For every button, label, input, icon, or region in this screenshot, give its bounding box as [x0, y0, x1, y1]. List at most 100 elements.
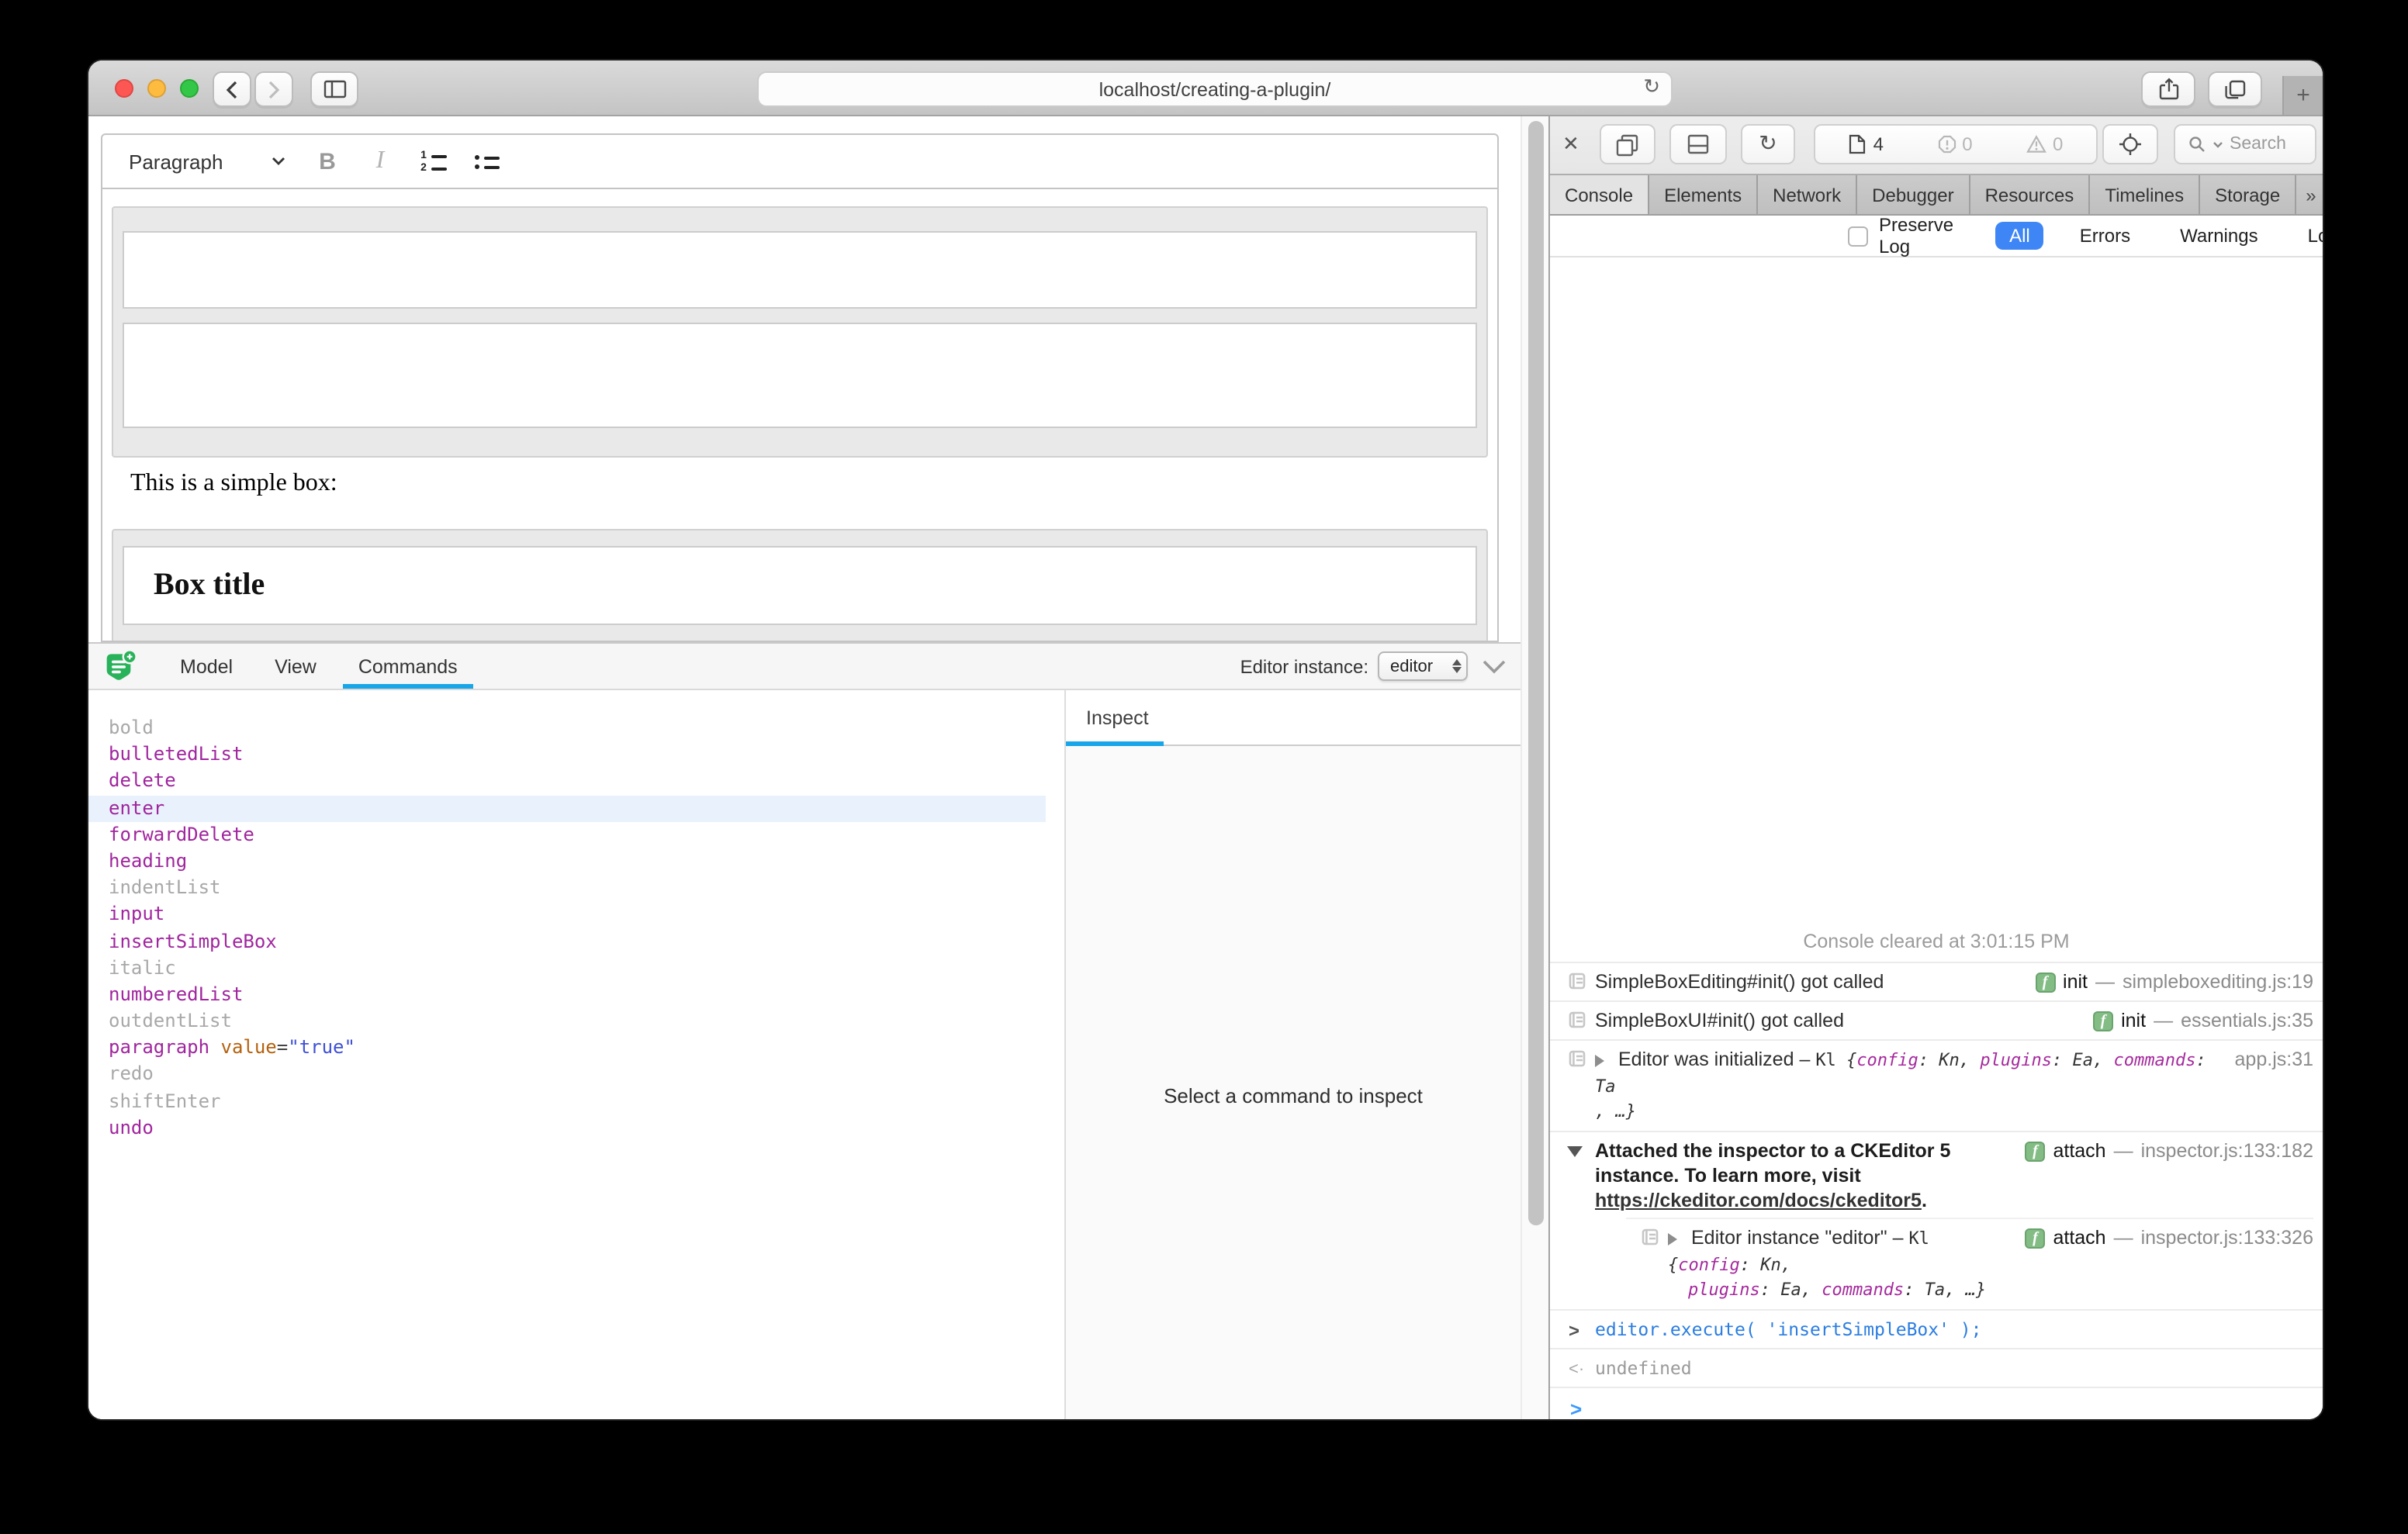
command-row[interactable]: undo	[88, 1115, 1046, 1142]
console-log-row: finit—simpleboxediting.js:19 SimpleBoxEd…	[1550, 962, 2323, 1000]
page-scrollbar[interactable]	[1521, 116, 1548, 1419]
filter-all[interactable]: All	[1995, 222, 2044, 250]
devtools-tab-elements[interactable]: Elements	[1649, 175, 1758, 214]
devtools-tab-resources[interactable]: Resources	[1970, 175, 2091, 214]
share-icon	[2157, 78, 2179, 101]
log-text: Editor was initialized	[1618, 1049, 1794, 1070]
preserve-log-checkbox[interactable]	[1848, 226, 1868, 246]
share-button[interactable]	[2141, 71, 2195, 107]
bulleted-list-button[interactable]	[459, 148, 512, 174]
reload-icon[interactable]: ↻	[1643, 76, 1660, 99]
command-row[interactable]: input	[88, 902, 1046, 928]
simple-box-description-field[interactable]	[123, 323, 1477, 428]
simple-box-title-field[interactable]	[123, 231, 1477, 309]
input-chevron-icon: >	[1569, 1318, 1579, 1343]
object-preview: plugins: Ea, commands: Ta, …}	[1688, 1278, 2313, 1303]
command-row[interactable]: heading	[88, 848, 1046, 875]
simple-box-title-field[interactable]: Box title	[123, 546, 1477, 625]
expand-triangle-icon[interactable]	[1595, 1055, 1611, 1067]
devtools-tab-debugger[interactable]: Debugger	[1857, 175, 1970, 214]
reload-page-button[interactable]: ↻	[1741, 124, 1795, 164]
devtools-tab-network[interactable]: Network	[1758, 175, 1857, 214]
editor-instance-select[interactable]: editor	[1378, 651, 1468, 681]
command-row[interactable]: enter	[88, 795, 1046, 821]
scrollbar-thumb[interactable]	[1528, 121, 1544, 1225]
command-row[interactable]: paragraph value="true"	[88, 1035, 1046, 1062]
tab-commands[interactable]: Commands	[348, 644, 469, 689]
source-location-link[interactable]: app.js:31	[2235, 1047, 2313, 1072]
close-inspector-button[interactable]: ✕	[1562, 132, 1579, 157]
console-prompt[interactable]: >	[1550, 1387, 2323, 1419]
numbered-list-button[interactable]: 1 2	[407, 148, 459, 174]
heading-dropdown-label: Paragraph	[129, 150, 223, 173]
devtools-tab-console[interactable]: Console	[1550, 175, 1649, 214]
italic-button[interactable]: I	[354, 147, 407, 175]
command-row[interactable]: bulletedList	[88, 741, 1046, 768]
chevrons-right-icon: »	[2306, 184, 2316, 206]
command-row[interactable]: bold	[88, 715, 1046, 741]
devtools-tab-storage[interactable]: Storage	[2200, 175, 2296, 214]
new-tab-button[interactable]: +	[2282, 76, 2323, 115]
console-input-echo-row: > editor.execute( 'insertSimpleBox' );	[1550, 1309, 2323, 1348]
collapse-panel-button[interactable]	[1482, 658, 1507, 674]
command-row[interactable]: redo	[88, 1062, 1046, 1088]
expand-triangle-icon[interactable]	[1668, 1233, 1683, 1246]
bulleted-list-icon	[472, 155, 499, 169]
command-row[interactable]: shiftEnter	[88, 1088, 1046, 1114]
source-location-link[interactable]: inspector.js:133:326	[2141, 1225, 2313, 1250]
address-bar[interactable]: localhost/creating-a-plugin/ ↻	[757, 71, 1673, 107]
tab-view[interactable]: View	[264, 644, 327, 689]
crosshair-icon	[2118, 132, 2143, 157]
log-icon	[1569, 1011, 1586, 1028]
console-result-row: <· undefined	[1550, 1348, 2323, 1387]
dock-bottom-button[interactable]	[1669, 124, 1727, 164]
close-traffic-light[interactable]	[115, 79, 133, 98]
preserve-log-label: Preserve Log	[1879, 214, 1953, 257]
console-pane: Console cleared at 3:01:15 PM finit—simp…	[1550, 257, 2323, 1419]
source-location-link[interactable]: simpleboxediting.js:19	[2123, 969, 2313, 994]
tab-overview-button[interactable]	[2208, 71, 2262, 107]
source-location-link[interactable]: inspector.js:133:182	[2141, 1138, 2313, 1163]
command-row[interactable]: numberedList	[88, 982, 1046, 1008]
ckeditor-docs-link[interactable]: https://ckeditor.com/docs/ckeditor5	[1595, 1190, 1922, 1211]
ckeditor-content[interactable]: This is a simple box: Box title	[101, 189, 1499, 642]
filter-warnings[interactable]: Warnings	[2166, 222, 2272, 250]
sidebar-toggle-button[interactable]	[310, 71, 358, 107]
tab-model[interactable]: Model	[169, 644, 244, 689]
collapse-triangle-icon[interactable]	[1567, 1146, 1583, 1165]
inspector-header: ModelViewCommands Editor instance: edito…	[88, 644, 1521, 690]
error-count: 0	[1937, 133, 1972, 155]
chevron-left-icon	[225, 80, 239, 98]
log-icon	[1642, 1228, 1659, 1246]
minimize-traffic-light[interactable]	[147, 79, 166, 98]
command-row[interactable]: delete	[88, 769, 1046, 795]
heading-dropdown[interactable]: Paragraph	[102, 135, 301, 188]
command-row[interactable]: forwardDelete	[88, 822, 1046, 848]
command-row[interactable]: outdentList	[88, 1008, 1046, 1035]
source-location-link[interactable]: essentials.js:35	[2181, 1008, 2313, 1033]
log-icon	[1569, 973, 1586, 990]
element-picker-button[interactable]	[2102, 124, 2158, 164]
simple-box-widget[interactable]	[112, 206, 1488, 458]
commands-list: boldbulletedListdeleteenterforwardDelete…	[88, 690, 1066, 1419]
devtools-tab-timelines[interactable]: Timelines	[2090, 175, 2200, 214]
command-row[interactable]: indentList	[88, 875, 1046, 901]
more-tabs-button[interactable]: »	[2296, 175, 2323, 214]
search-field[interactable]: Search	[2174, 124, 2316, 164]
bold-button[interactable]: B	[301, 148, 354, 174]
console-log-row: app.js:31 Editor was initialized – Kl {c…	[1550, 1039, 2323, 1131]
resource-summary-segment[interactable]: 4 0 0	[1814, 124, 2098, 164]
zoom-traffic-light[interactable]	[180, 79, 199, 98]
dock-side-button[interactable]	[1600, 124, 1656, 164]
inspect-pane: Inspect Select a command to inspect	[1066, 690, 1521, 1419]
forward-button[interactable]	[254, 71, 293, 107]
simple-box-widget[interactable]: Box title	[112, 529, 1488, 642]
back-button[interactable]	[213, 71, 251, 107]
filter-logs[interactable]: Logs	[2294, 222, 2323, 250]
command-row[interactable]: italic	[88, 955, 1046, 981]
tab-inspect[interactable]: Inspect	[1086, 707, 1149, 728]
box-title-text: Box title	[154, 568, 265, 603]
log-text: Editor instance "editor"	[1691, 1227, 1887, 1249]
command-row[interactable]: insertSimpleBox	[88, 928, 1046, 955]
filter-errors[interactable]: Errors	[2066, 222, 2144, 250]
